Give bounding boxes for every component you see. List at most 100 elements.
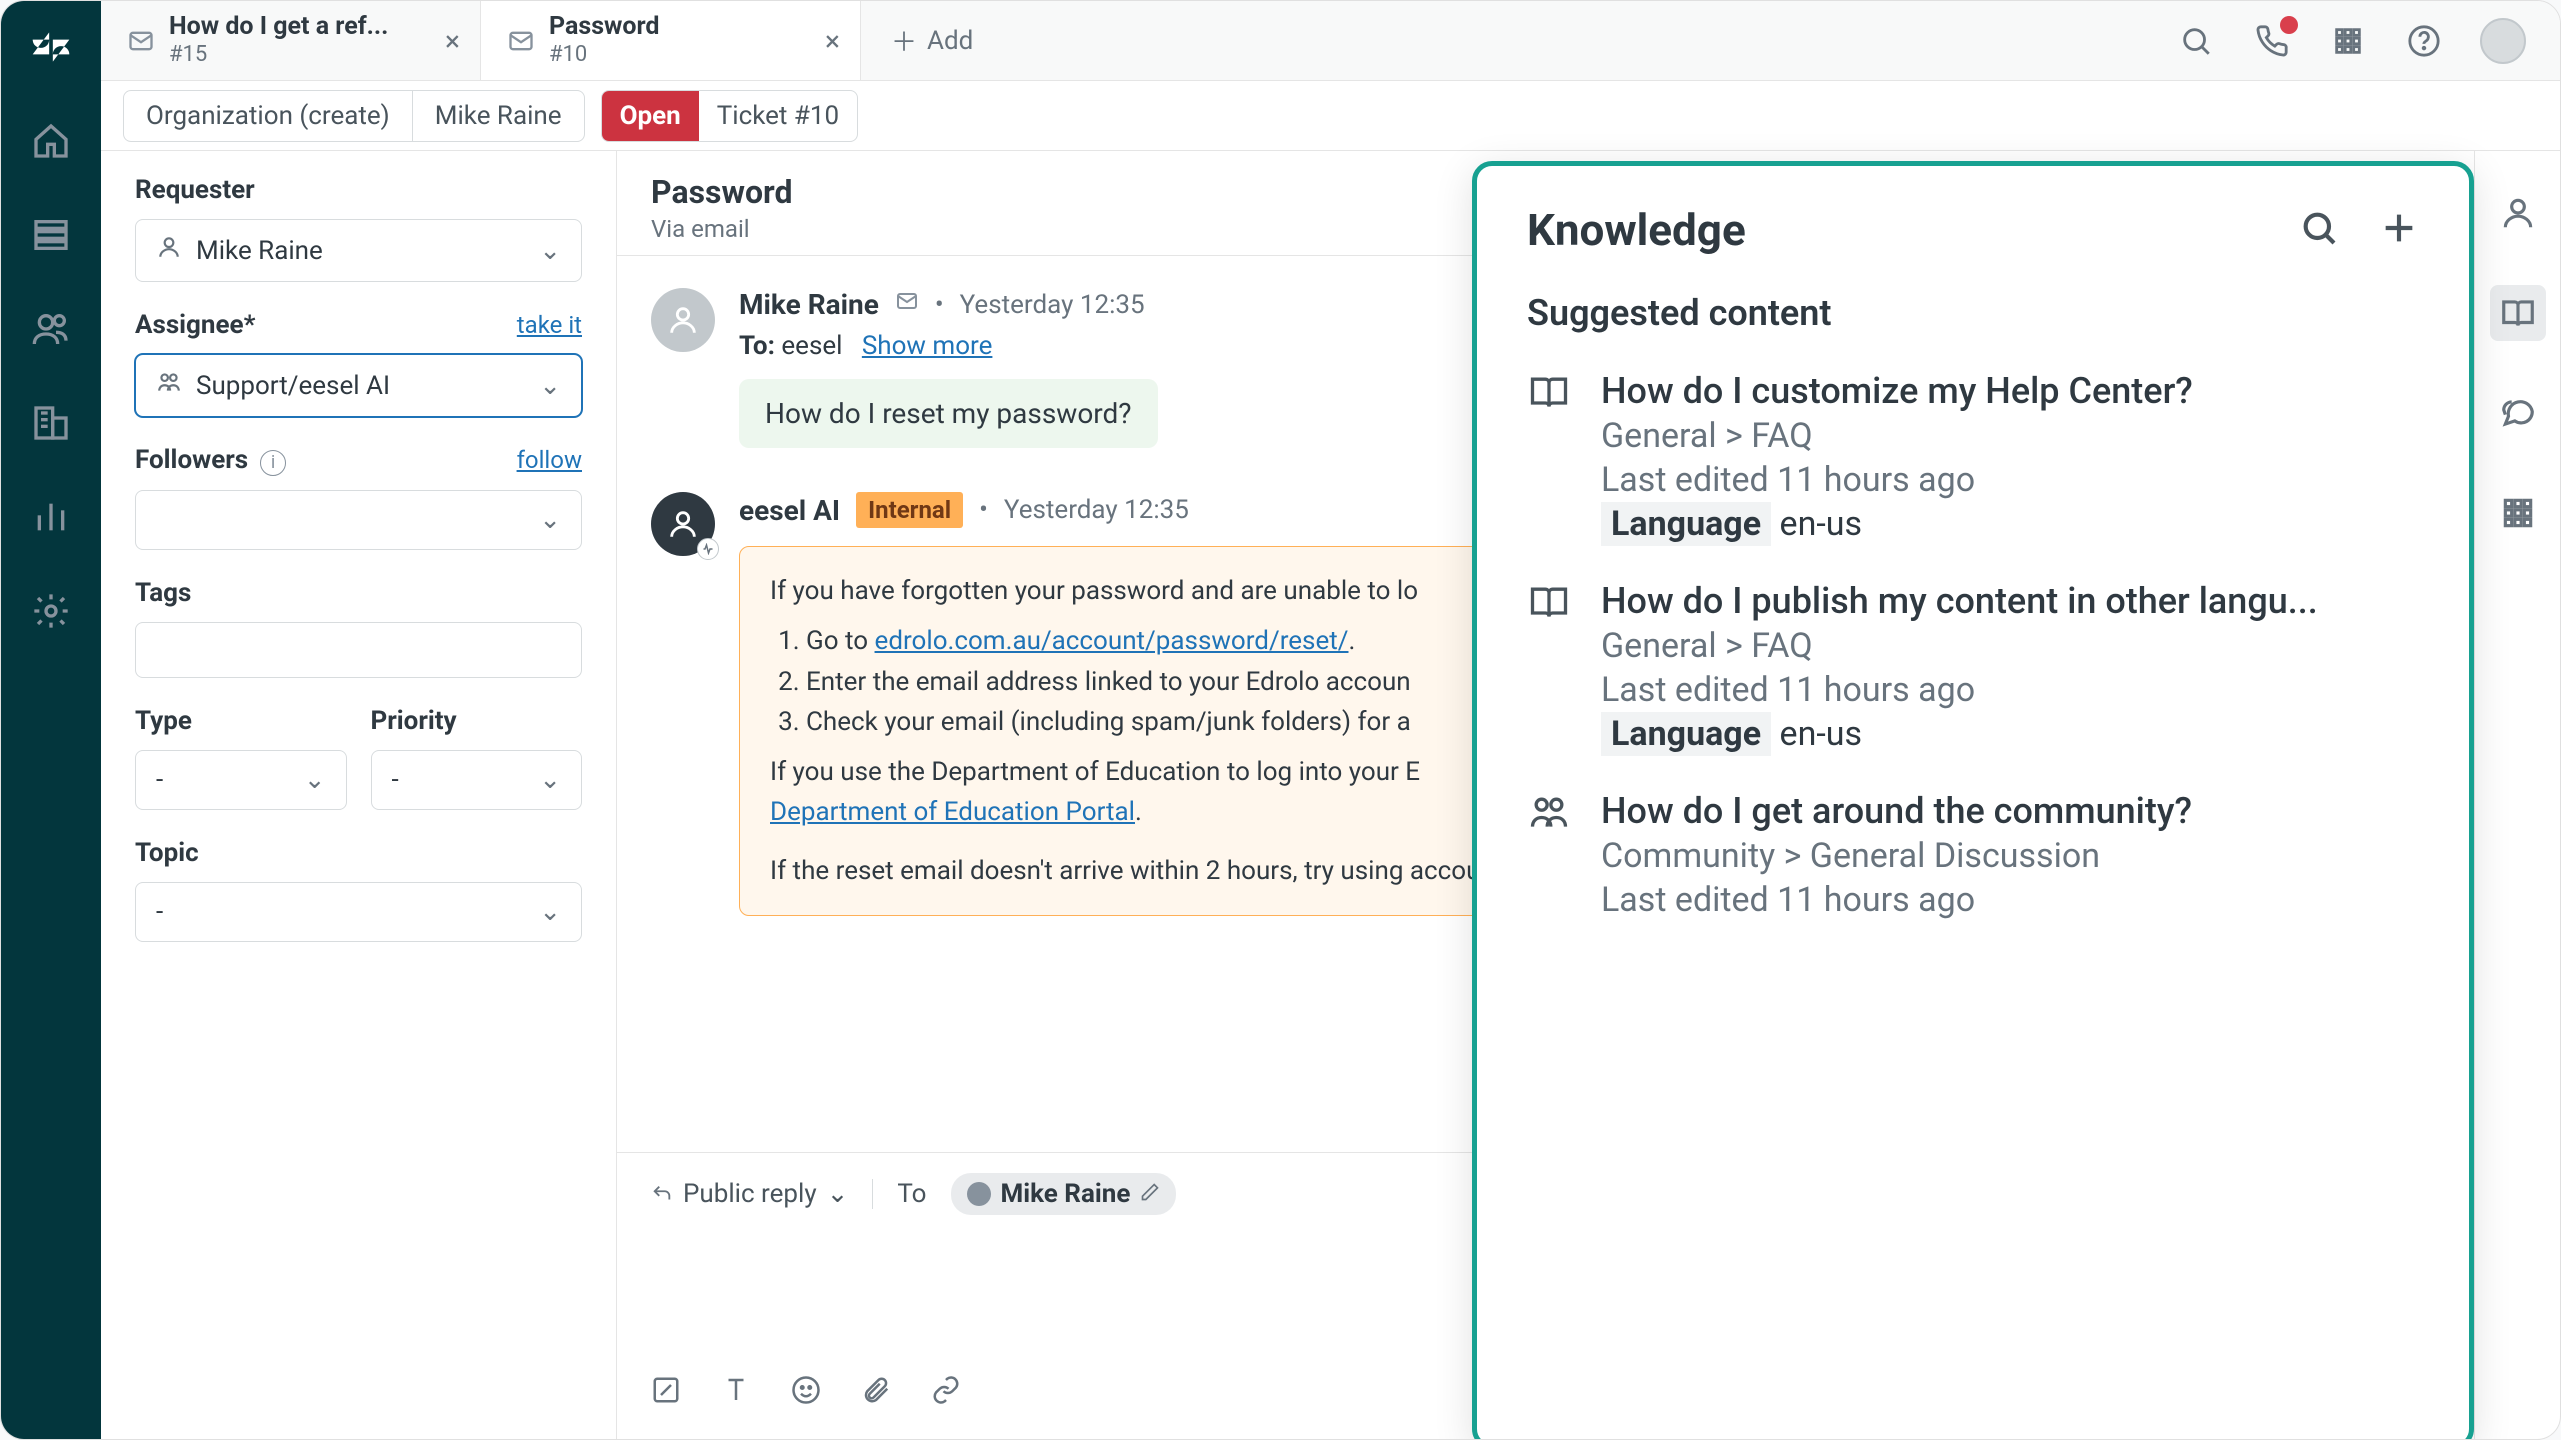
message-bubble: How do I reset my password? xyxy=(739,379,1158,448)
topic-value: - xyxy=(156,897,163,927)
pencil-icon xyxy=(1140,1179,1160,1209)
article-icon xyxy=(1527,580,1571,754)
priority-select[interactable]: - ⌄ xyxy=(371,750,583,810)
notification-badge xyxy=(2280,16,2298,34)
close-icon[interactable]: × xyxy=(445,24,460,57)
context-conversations-button[interactable] xyxy=(2490,385,2546,441)
to-label: To: xyxy=(739,331,775,361)
nav-customers[interactable] xyxy=(23,301,79,357)
knowledge-item[interactable]: How do I customize my Help Center? Gener… xyxy=(1527,370,2419,544)
compose-icon[interactable] xyxy=(651,1375,681,1409)
context-user-button[interactable] xyxy=(2490,185,2546,241)
tab-ticket-15[interactable]: How do I get a ref... #15 × xyxy=(101,1,481,80)
phone-button[interactable] xyxy=(2252,21,2292,61)
knowledge-item-title: How do I get around the community? xyxy=(1601,790,2419,832)
priority-field: Priority - ⌄ xyxy=(371,706,583,810)
link-icon[interactable] xyxy=(931,1375,961,1409)
reply-type-dropdown[interactable]: Public reply ⌄ xyxy=(651,1179,873,1209)
nav-admin[interactable] xyxy=(23,583,79,639)
close-icon[interactable]: × xyxy=(825,24,840,57)
context-panel-rail xyxy=(2474,151,2560,1439)
knowledge-item-path: General > FAQ xyxy=(1601,626,2419,666)
knowledge-item-path: Community > General Discussion xyxy=(1601,836,2419,876)
requester-label: Requester xyxy=(135,175,582,205)
tab-title: How do I get a ref... xyxy=(169,12,388,42)
internal-note-tag: Internal xyxy=(856,492,963,528)
follow-link[interactable]: follow xyxy=(517,446,582,474)
message-author: eesel AI xyxy=(739,494,840,527)
assignee-label: Assignee* xyxy=(135,310,255,340)
tab-ticket-10[interactable]: Password #10 × xyxy=(481,1,861,80)
emoji-icon[interactable] xyxy=(791,1375,821,1409)
article-icon xyxy=(1527,370,1571,544)
followers-field: Followers i follow ⌄ xyxy=(135,445,582,550)
assignee-field: Assignee* take it Support/eesel AI ⌄ xyxy=(135,310,582,417)
doe-portal-link[interactable]: Department of Education Portal xyxy=(770,797,1135,827)
nav-organizations[interactable] xyxy=(23,395,79,451)
profile-avatar[interactable] xyxy=(2480,18,2526,64)
show-more-link[interactable]: Show more xyxy=(862,331,993,361)
person-icon xyxy=(967,1182,991,1206)
requester-field: Requester Mike Raine ⌄ xyxy=(135,175,582,282)
message-time: Yesterday 12:35 xyxy=(1004,495,1189,525)
mail-icon xyxy=(127,27,155,55)
nav-reporting[interactable] xyxy=(23,489,79,545)
chevron-down-icon: ⌄ xyxy=(539,505,561,535)
chevron-down-icon: ⌄ xyxy=(539,897,561,927)
knowledge-panel: Knowledge Suggested content How do I cus… xyxy=(1472,161,2474,1440)
take-it-link[interactable]: take it xyxy=(517,311,582,339)
knowledge-item[interactable]: How do I get around the community? Commu… xyxy=(1527,790,2419,920)
type-select[interactable]: - ⌄ xyxy=(135,750,347,810)
group-icon xyxy=(156,369,182,402)
knowledge-item[interactable]: How do I publish my content in other lan… xyxy=(1527,580,2419,754)
message-time: Yesterday 12:35 xyxy=(960,290,1145,320)
nav-views[interactable] xyxy=(23,207,79,263)
info-icon[interactable]: i xyxy=(260,450,286,476)
mail-icon xyxy=(507,27,535,55)
apps-grid-button[interactable] xyxy=(2328,21,2368,61)
avatar[interactable] xyxy=(651,288,715,352)
knowledge-add-button[interactable] xyxy=(2379,208,2419,252)
assignee-value: Support/eesel AI xyxy=(196,371,390,401)
zendesk-logo[interactable] xyxy=(23,19,79,75)
breadcrumb-bar: Organization (create) Mike Raine Open Ti… xyxy=(101,81,2560,151)
attachment-icon[interactable] xyxy=(861,1375,891,1409)
text-format-icon[interactable] xyxy=(721,1375,751,1409)
chevron-down-icon: ⌄ xyxy=(827,1179,849,1209)
help-button[interactable] xyxy=(2404,21,2444,61)
main-area: Requester Mike Raine ⌄ Assignee* take it xyxy=(101,151,2560,1439)
app-shell: How do I get a ref... #15 × Password #10… xyxy=(0,0,2561,1440)
mail-icon xyxy=(895,289,919,320)
add-tab-button[interactable]: ＋ Add xyxy=(861,1,1003,80)
person-icon xyxy=(156,234,182,267)
reply-to-value: Mike Raine xyxy=(1001,1179,1131,1209)
knowledge-search-button[interactable] xyxy=(2299,208,2339,252)
tab-subtitle: #10 xyxy=(549,42,660,68)
search-button[interactable] xyxy=(2176,21,2216,61)
knowledge-item-language: Language en-us xyxy=(1601,714,2419,754)
context-knowledge-button[interactable] xyxy=(2490,285,2546,341)
context-apps-button[interactable] xyxy=(2490,485,2546,541)
breadcrumb-user[interactable]: Mike Raine xyxy=(413,91,584,141)
tags-input[interactable] xyxy=(135,622,582,678)
nav-home[interactable] xyxy=(23,113,79,169)
assignee-select[interactable]: Support/eesel AI ⌄ xyxy=(135,354,582,417)
chevron-down-icon: ⌄ xyxy=(539,371,561,401)
breadcrumb-org[interactable]: Organization (create) xyxy=(124,91,413,141)
plus-icon: ＋ xyxy=(891,22,917,59)
avatar[interactable] xyxy=(651,492,715,556)
community-icon xyxy=(1527,790,1571,920)
ticket-pill[interactable]: Open Ticket #10 xyxy=(601,90,859,142)
followers-label: Followers xyxy=(135,445,248,475)
type-field: Type - ⌄ xyxy=(135,706,347,810)
message-author: Mike Raine xyxy=(739,288,879,321)
reset-link[interactable]: edrolo.com.au/account/password/reset/ xyxy=(875,626,1349,656)
tab-subtitle: #15 xyxy=(169,42,388,68)
topic-label: Topic xyxy=(135,838,582,868)
requester-value: Mike Raine xyxy=(196,236,323,266)
reply-type-label: Public reply xyxy=(683,1179,817,1209)
requester-select[interactable]: Mike Raine ⌄ xyxy=(135,219,582,282)
reply-to-chip[interactable]: Mike Raine xyxy=(951,1173,1177,1215)
topic-select[interactable]: - ⌄ xyxy=(135,882,582,942)
followers-select[interactable]: ⌄ xyxy=(135,490,582,550)
